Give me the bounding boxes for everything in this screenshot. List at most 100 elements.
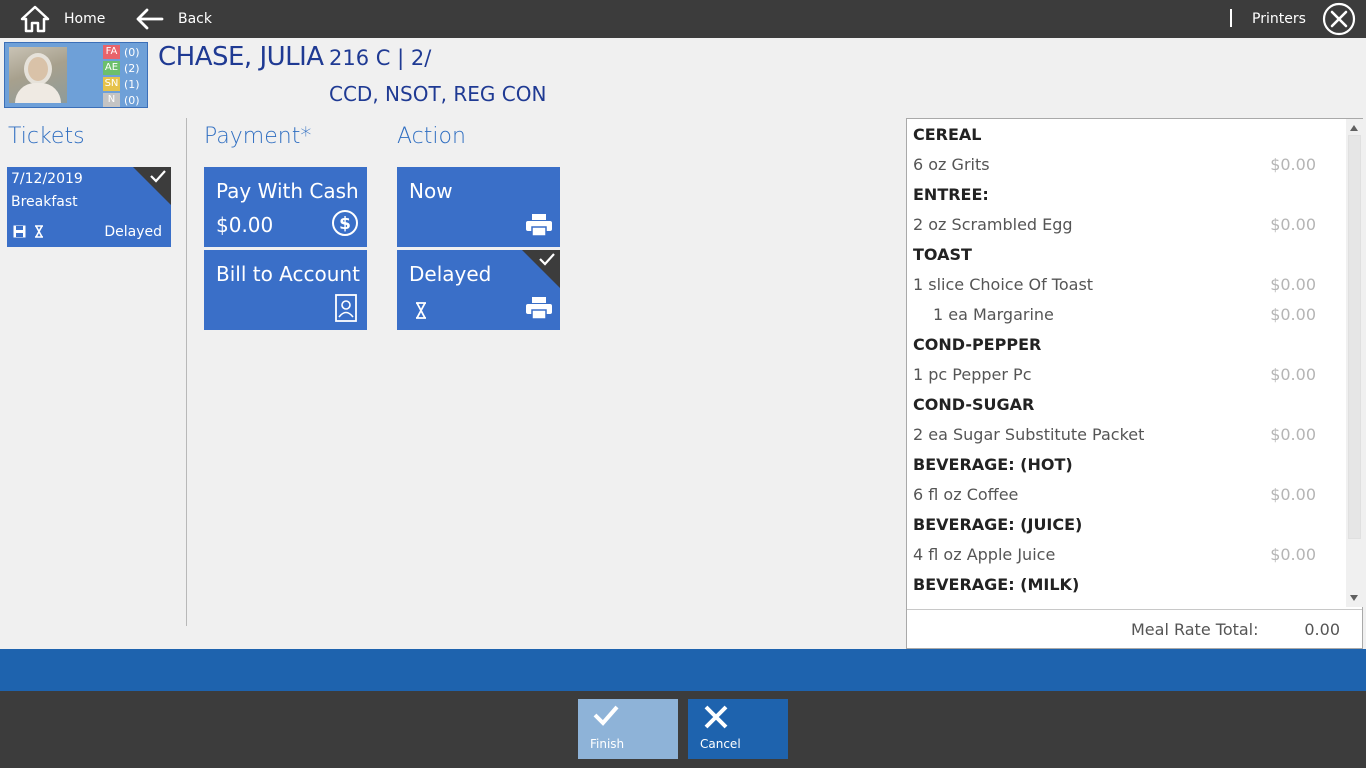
menu-item[interactable]: 1 slice Choice Of Toast $0.00 [907, 269, 1346, 299]
menu-category-label: BEVERAGE: (MILK) [913, 575, 1080, 594]
home-button[interactable]: Home [20, 0, 105, 38]
finish-button[interactable]: Finish [578, 699, 678, 759]
count-n: N (0) [103, 92, 149, 108]
menu-category-label: COND-SUGAR [913, 395, 1035, 414]
pay-with-cash-button[interactable]: Pay With Cash $0.00 $ [204, 167, 367, 247]
menu-category-label: COND-PEPPER [913, 335, 1042, 354]
menu-item-label: 2 ea Sugar Substitute Packet [913, 425, 1145, 444]
scrollbar[interactable] [1346, 119, 1363, 607]
ticket-icons [13, 225, 44, 238]
dollar-icon: $ [332, 210, 358, 236]
close-icon [704, 705, 728, 729]
checkmark-icon [150, 170, 166, 183]
resident-room: 216 C | 2/ [329, 46, 432, 70]
scroll-up-icon[interactable] [1350, 125, 1358, 131]
count-fa: FA (0) [103, 44, 149, 60]
cancel-label: Cancel [700, 737, 741, 751]
action-heading: Action [397, 124, 466, 149]
menu-category-label: ENTREE: [913, 185, 989, 204]
bill-label: Bill to Account [216, 262, 360, 286]
column-divider [186, 118, 187, 626]
resident-photo [9, 47, 67, 103]
menu-category[interactable]: TOAST [907, 239, 1346, 269]
menu-category[interactable]: BEVERAGE: (HOT) [907, 449, 1346, 479]
checkmark-icon [539, 253, 555, 266]
hourglass-icon [416, 302, 426, 319]
finish-label: Finish [590, 737, 625, 751]
print-now-button[interactable]: Now [397, 167, 560, 247]
menu-category[interactable]: BEVERAGE: (JUICE) [907, 509, 1346, 539]
menu-item[interactable]: 2 ea Sugar Substitute Packet $0.00 [907, 419, 1346, 449]
pay-cash-amount: $0.00 [216, 213, 274, 237]
print-delayed-button[interactable]: Delayed [397, 250, 560, 330]
top-bar: Home Back Printers [0, 0, 1366, 38]
meal-total-label: Meal Rate Total: [1131, 620, 1259, 639]
close-icon[interactable] [1322, 2, 1356, 36]
back-button[interactable]: Back [134, 0, 212, 38]
bottom-bar: Finish Cancel [0, 691, 1366, 768]
printer-icon [526, 297, 552, 320]
svg-text:$: $ [339, 214, 351, 234]
payment-heading: Payment* [204, 124, 312, 149]
cancel-button[interactable]: Cancel [688, 699, 788, 759]
arrow-left-icon [136, 8, 164, 30]
menu-category[interactable]: COND-PEPPER [907, 329, 1346, 359]
scroll-thumb[interactable] [1348, 135, 1361, 539]
menu-category[interactable]: COND-SUGAR [907, 389, 1346, 419]
menu-item-price: $0.00 [1270, 215, 1316, 234]
bill-to-account-button[interactable]: Bill to Account [204, 250, 367, 330]
menu-item-price: $0.00 [1270, 275, 1316, 294]
menu-category-label: CEREAL [913, 125, 982, 144]
home-label: Home [64, 11, 106, 27]
now-label: Now [409, 179, 453, 203]
menu-category-label: BEVERAGE: (JUICE) [913, 515, 1083, 534]
status-band [0, 649, 1366, 691]
menu-category[interactable]: CEREAL [907, 119, 1346, 149]
ticket-status: Delayed [104, 224, 162, 240]
menu-item-price: $0.00 [1270, 365, 1316, 384]
menu-item-label: 1 slice Choice Of Toast [913, 275, 1094, 294]
resident-card[interactable]: FA (0) AE (2) SN (1) N (0) [4, 42, 148, 108]
menu-item-label: 4 fl oz Apple Juice [913, 545, 1056, 564]
contact-card-icon [335, 294, 357, 322]
menu-item-price: $0.00 [1270, 305, 1316, 324]
home-icon [20, 5, 50, 33]
pay-cash-label: Pay With Cash [216, 179, 359, 203]
menu-item-label: 1 pc Pepper Pc [913, 365, 1032, 384]
resident-name: CHASE, JULIA [158, 42, 324, 72]
back-label: Back [178, 11, 212, 27]
resident-counts: FA (0) AE (2) SN (1) N (0) [103, 44, 149, 108]
topbar-separator [1230, 9, 1232, 27]
menu-item-label: 1 ea Margarine [933, 305, 1054, 324]
printer-icon [526, 214, 552, 237]
menu-category[interactable]: ENTREE: [907, 179, 1346, 209]
menu-item[interactable]: 1 pc Pepper Pc $0.00 [907, 359, 1346, 389]
menu-item[interactable]: 4 fl oz Apple Juice $0.00 [907, 539, 1346, 569]
meal-total-value: 0.00 [1304, 620, 1340, 639]
meal-items-panel: CEREAL 6 oz Grits $0.00 ENTREE: 2 oz Scrambl… [906, 118, 1363, 649]
menu-item[interactable]: 1 ea Margarine $0.00 [907, 299, 1346, 329]
menu-item-price: $0.00 [1270, 155, 1316, 174]
printers-button[interactable]: Printers [1252, 0, 1306, 38]
menu-item[interactable]: 6 oz Grits $0.00 [907, 149, 1346, 179]
menu-item[interactable]: 6 fl oz Coffee $0.00 [907, 479, 1346, 509]
tickets-heading: Tickets [8, 124, 85, 149]
menu-item[interactable]: 2 oz Scrambled Egg $0.00 [907, 209, 1346, 239]
scroll-down-icon[interactable] [1350, 595, 1358, 601]
delayed-label: Delayed [409, 262, 492, 286]
menu-item-price: $0.00 [1270, 485, 1316, 504]
menu-category-label: TOAST [913, 245, 972, 264]
menu-item-price: $0.00 [1270, 425, 1316, 444]
meal-total-row: Meal Rate Total: 0.00 [907, 609, 1362, 649]
menu-item-price: $0.00 [1270, 545, 1316, 564]
ticket-card[interactable]: 7/12/2019 Breakfast Delayed [7, 167, 171, 247]
ticket-date: 7/12/2019 [11, 171, 83, 187]
menu-item-label: 6 fl oz Coffee [913, 485, 1019, 504]
menu-item-label: 2 oz Scrambled Egg [913, 215, 1073, 234]
meal-items-list[interactable]: CEREAL 6 oz Grits $0.00 ENTREE: 2 oz Scrambl… [907, 119, 1346, 607]
hourglass-icon [35, 225, 43, 238]
count-ae: AE (2) [103, 61, 140, 75]
menu-category-label: BEVERAGE: (HOT) [913, 455, 1073, 474]
count-sn: SN (1) [103, 77, 140, 91]
menu-category[interactable]: BEVERAGE: (MILK) [907, 569, 1346, 599]
